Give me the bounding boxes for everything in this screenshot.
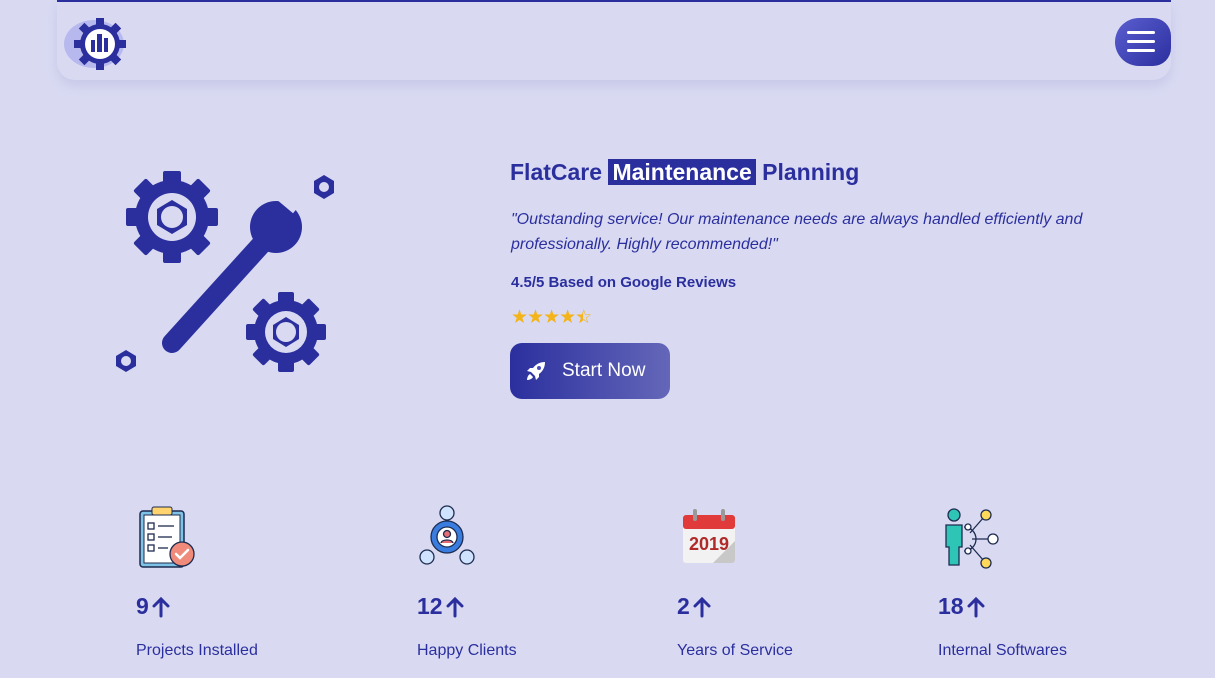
- testimonial-quote: "Outstanding service! Our maintenance ne…: [511, 211, 1083, 253]
- stat-number: 9: [136, 593, 149, 619]
- star-icon: ★: [511, 307, 528, 328]
- wrench-gears-icon: [110, 165, 345, 380]
- rocket-icon: [527, 362, 545, 380]
- hero-title: FlatCare Maintenance Planning: [510, 155, 859, 189]
- stat-label: Projects Installed: [136, 642, 258, 659]
- start-now-button[interactable]: Start Now: [510, 343, 670, 399]
- star-icon: ★: [559, 307, 576, 328]
- stat-value: 18: [938, 593, 1138, 620]
- stat-label: Happy Clients: [417, 642, 517, 659]
- title-highlight: Maintenance: [608, 159, 756, 185]
- person-network-icon: [938, 505, 1002, 569]
- arrow-up-icon: [967, 596, 985, 617]
- menu-line: [1127, 40, 1155, 43]
- arrow-up-icon: [152, 596, 170, 617]
- stat-number: 2: [677, 593, 690, 619]
- clipboard-checklist-icon: [136, 505, 200, 569]
- stat-value: 2: [677, 593, 877, 620]
- star-icon: ★: [527, 307, 544, 328]
- start-now-label: Start Now: [562, 360, 646, 381]
- hamburger-menu-icon[interactable]: [1115, 18, 1171, 66]
- arrow-up-icon: [693, 596, 711, 617]
- title-prefix: FlatCare: [510, 159, 603, 185]
- menu-line: [1127, 49, 1155, 52]
- stat-label: Years of Service: [677, 642, 793, 659]
- stat-label: Internal Softwares: [938, 642, 1067, 659]
- star-icon: ★: [543, 307, 560, 328]
- team-network-icon: [417, 505, 481, 569]
- stat-projects: 9 Projects Installed: [136, 505, 336, 660]
- star-rating: ★★★★★: [511, 306, 591, 329]
- stat-value: 9: [136, 593, 336, 620]
- stat-number: 12: [417, 593, 443, 619]
- stat-number: 18: [938, 593, 964, 619]
- calendar-icon: 2019: [677, 505, 741, 569]
- arrow-up-icon: [446, 596, 464, 617]
- stat-years: 2019 2 Years of Service: [677, 505, 877, 660]
- stat-clients: 12 Happy Clients: [417, 505, 617, 660]
- stat-softwares: 18 Internal Softwares: [938, 505, 1138, 660]
- stat-value: 12: [417, 593, 617, 620]
- gear-wrench-logo-icon[interactable]: [64, 14, 130, 72]
- svg-text:2019: 2019: [689, 534, 729, 554]
- menu-line: [1127, 31, 1155, 34]
- navbar: [57, 0, 1171, 80]
- title-suffix: Planning: [762, 159, 860, 185]
- half-star-icon: ★: [575, 306, 591, 329]
- rating-text: 4.5/5 Based on Google Reviews: [511, 274, 737, 291]
